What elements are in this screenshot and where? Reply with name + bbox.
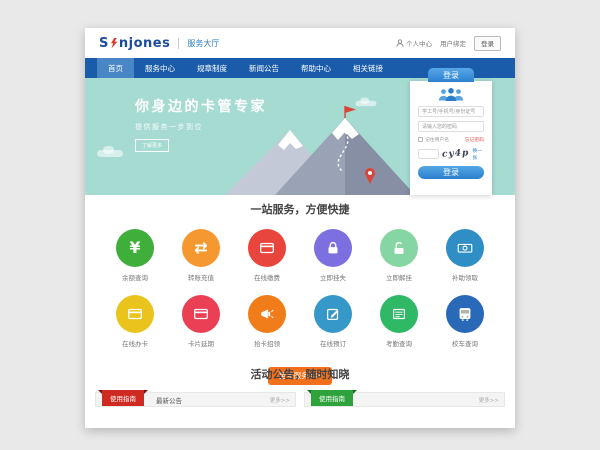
panel-body bbox=[95, 407, 296, 423]
services-section: 一站服务，方便快捷 ¥ 余额查询 ⇄ 转账充值 bbox=[85, 195, 515, 385]
header: S njones 服务大厅 个人中心 用户绑定 登录 bbox=[85, 28, 515, 58]
services-grid: ¥ 余额查询 ⇄ 转账充值 bbox=[85, 229, 515, 361]
service-online-payment[interactable]: 在线缴费 bbox=[239, 229, 295, 282]
hero-cta-button[interactable]: 了解更多 bbox=[135, 139, 169, 152]
announcements-section: 活动公告，随时知晓 使用指南 最新公告 更多>> 使用指南 更多>> bbox=[85, 366, 515, 423]
hero-copy: 你身边的卡管专家 提供服务一步到位 了解更多 bbox=[135, 96, 267, 152]
panel-tab-bar: 使用指南 更多>> bbox=[304, 392, 505, 407]
announcement-panel-left: 使用指南 最新公告 更多>> bbox=[95, 392, 296, 423]
card-icon bbox=[126, 305, 144, 323]
change-captcha-link[interactable]: 换一张 bbox=[472, 147, 484, 161]
captcha-image[interactable]: cy4p bbox=[442, 148, 470, 159]
nav-item-service-center[interactable]: 服务中心 bbox=[134, 58, 186, 78]
login-options: 记住用户名 忘记密码 bbox=[418, 136, 484, 143]
service-subsidy[interactable]: 补助领取 bbox=[437, 229, 493, 282]
login-panel: 登录 学工号/手机号/身份证号 请输入您的密码 记住用户名 忘记密码 bbox=[410, 68, 492, 195]
nav-item-news[interactable]: 新闻公告 bbox=[238, 58, 290, 78]
login-form: 学工号/手机号/身份证号 请输入您的密码 记住用户名 忘记密码 cy4p 换一张… bbox=[410, 81, 492, 195]
header-links: 个人中心 用户绑定 登录 bbox=[396, 36, 501, 51]
service-balance-inquiry[interactable]: ¥ 余额查询 bbox=[107, 229, 163, 282]
edit-icon bbox=[324, 305, 342, 323]
announcements-title: 活动公告，随时知晓 bbox=[85, 366, 515, 382]
service-unlock[interactable]: 立即解挂 bbox=[371, 229, 427, 282]
usage-guide-tab[interactable]: 使用指南 bbox=[311, 390, 353, 406]
logo-text-after: njones bbox=[119, 36, 170, 51]
login-tab[interactable]: 登录 bbox=[428, 68, 474, 82]
service-attendance[interactable]: 考勤查询 bbox=[371, 295, 427, 348]
yen-icon: ¥ bbox=[129, 240, 140, 256]
service-school-bus[interactable]: 校车查询 bbox=[437, 295, 493, 348]
latest-news-tab[interactable]: 最新公告 bbox=[156, 395, 182, 405]
captcha-row: cy4p 换一张 bbox=[418, 147, 484, 161]
person-icon bbox=[396, 39, 404, 47]
bus-icon bbox=[456, 305, 474, 323]
login-submit-button[interactable]: 登录 bbox=[418, 166, 484, 179]
service-online-card[interactable]: 在线办卡 bbox=[107, 295, 163, 348]
mockup-stage: S njones 服务大厅 个人中心 用户绑定 登录 bbox=[0, 0, 600, 450]
header-login-button[interactable]: 登录 bbox=[474, 36, 501, 51]
remember-label: 记住用户名 bbox=[425, 136, 449, 143]
personal-center-link[interactable]: 个人中心 bbox=[396, 38, 432, 48]
service-card-extension[interactable]: 卡片延期 bbox=[173, 295, 229, 348]
card-icon bbox=[258, 239, 276, 257]
transfer-icon: ⇄ bbox=[194, 240, 207, 256]
megaphone-icon bbox=[258, 305, 276, 323]
hero-subhead: 提供服务一步到位 bbox=[135, 122, 267, 132]
services-title: 一站服务，方便快捷 bbox=[85, 201, 515, 217]
nav-item-home[interactable]: 首页 bbox=[97, 58, 134, 78]
cloud-icon bbox=[97, 150, 123, 157]
unlock-icon bbox=[390, 239, 408, 257]
users-icon bbox=[436, 87, 466, 102]
banknote-icon bbox=[456, 239, 474, 257]
hero-headline: 你身边的卡管专家 bbox=[135, 96, 267, 116]
site-card: S njones 服务大厅 个人中心 用户绑定 登录 bbox=[85, 28, 515, 428]
service-report-loss[interactable]: 立即挂失 bbox=[305, 229, 361, 282]
service-transfer-recharge[interactable]: ⇄ 转账充值 bbox=[173, 229, 229, 282]
logo: S njones bbox=[99, 36, 170, 51]
panel-body bbox=[304, 407, 505, 423]
nav-item-links[interactable]: 相关链接 bbox=[342, 58, 394, 78]
attendance-icon bbox=[390, 305, 408, 323]
nav-item-rules[interactable]: 规章制度 bbox=[186, 58, 238, 78]
announcement-panel-right: 使用指南 更多>> bbox=[304, 392, 505, 423]
nav-item-help[interactable]: 帮助中心 bbox=[290, 58, 342, 78]
service-online-booking[interactable]: 在线预订 bbox=[305, 295, 361, 348]
card-icon bbox=[192, 305, 210, 323]
forgot-password-link[interactable]: 忘记密码 bbox=[465, 136, 484, 143]
panel-tab-bar: 使用指南 最新公告 更多>> bbox=[95, 392, 296, 407]
user-guide-link[interactable]: 用户绑定 bbox=[440, 38, 466, 48]
site-tagline: 服务大厅 bbox=[178, 38, 219, 49]
logo-text-before: S bbox=[99, 36, 109, 51]
password-input[interactable]: 请输入您的密码 bbox=[418, 121, 484, 132]
lock-icon bbox=[324, 239, 342, 257]
more-link[interactable]: 更多>> bbox=[479, 396, 499, 404]
captcha-input[interactable] bbox=[418, 149, 439, 159]
remember-checkbox[interactable] bbox=[418, 137, 423, 142]
logo-lightning-icon bbox=[110, 38, 118, 49]
service-found-card[interactable]: 拾卡招领 bbox=[239, 295, 295, 348]
more-link[interactable]: 更多>> bbox=[270, 396, 290, 404]
username-input[interactable]: 学工号/手机号/身份证号 bbox=[418, 106, 484, 117]
usage-guide-tab[interactable]: 使用指南 bbox=[102, 390, 144, 406]
